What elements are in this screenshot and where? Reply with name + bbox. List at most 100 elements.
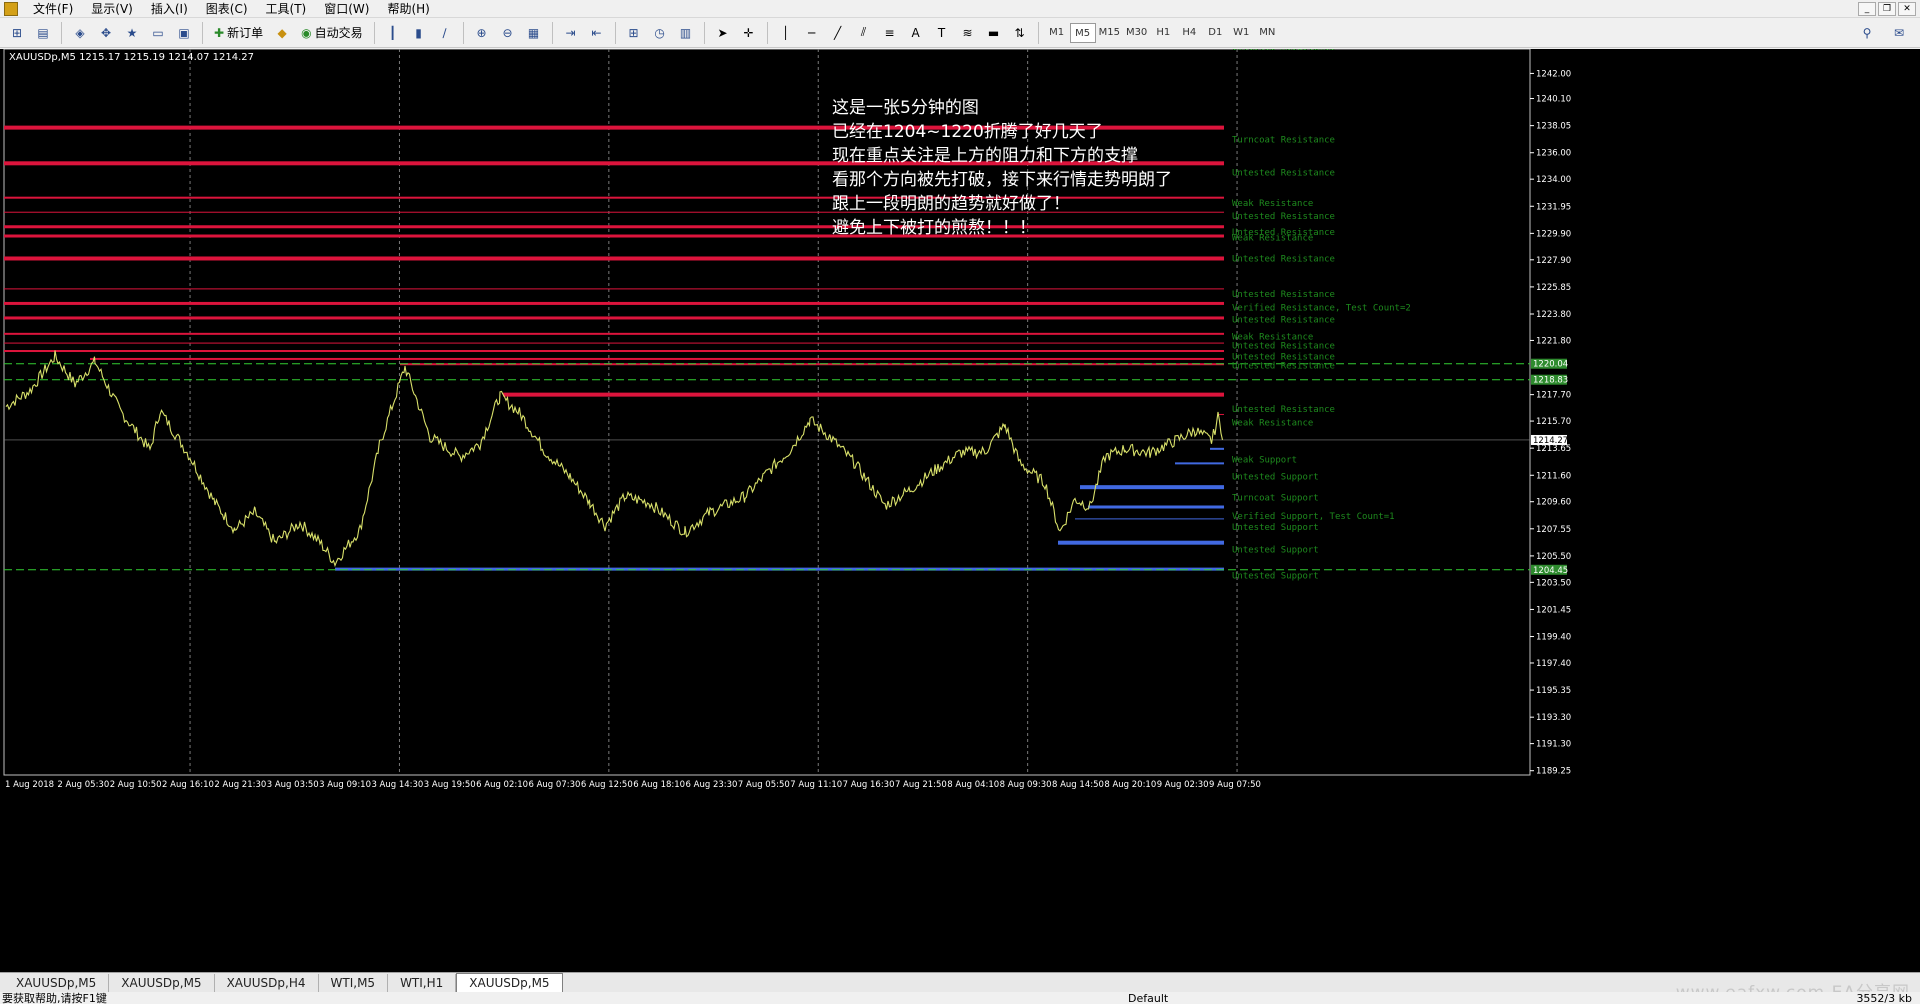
menu-view[interactable]: 显示(V)	[82, 0, 142, 18]
zone-label: Weak Support	[1232, 455, 1297, 465]
time-tick-label: 6 Aug 02:10	[476, 780, 528, 790]
favorites-icon[interactable]: ★	[121, 22, 143, 44]
chat-icon[interactable]: ✉	[1888, 22, 1910, 44]
timeframe-h1[interactable]: H1	[1150, 23, 1176, 43]
tab-xauusdp-m5-active[interactable]: XAUUSDp,M5	[456, 973, 563, 992]
tab-xauusdp-m5[interactable]: XAUUSDp,M5	[4, 974, 110, 992]
divider	[1037, 21, 1039, 44]
tab-xauusdp-h4[interactable]: XAUUSDp,H4	[215, 974, 319, 992]
templates-icon[interactable]: ▥	[675, 22, 697, 44]
toolbar-right: ⚲ ✉	[1854, 22, 1912, 44]
auto-trading-label: 自动交易	[314, 26, 363, 40]
vertical-line-icon[interactable]: │	[775, 22, 797, 44]
shapes-icon[interactable]: ▬	[983, 22, 1005, 44]
terminal-icon[interactable]: ▭	[147, 22, 169, 44]
status-traffic: 3552/3 kb	[1856, 992, 1912, 1004]
price-tick-label: 1201.45	[1536, 605, 1571, 615]
plus-icon: ✚	[214, 25, 225, 40]
zoom-out-icon[interactable]: ⊖	[497, 22, 519, 44]
price-tick-label: 1231.95	[1536, 202, 1571, 212]
crosshair-icon[interactable]: ✛	[738, 22, 760, 44]
annotation-line: 看那个方向被先打破，接下来行情走势明朗了	[832, 170, 1172, 190]
timeframe-m5[interactable]: M5	[1069, 22, 1096, 43]
zone-label: Untested Resistance	[1232, 290, 1335, 300]
price-tick-label: 1217.70	[1536, 391, 1571, 401]
menu-help[interactable]: 帮助(H)	[378, 0, 438, 18]
zoom-in-icon[interactable]: ⊕	[471, 22, 493, 44]
price-tick-label: 1203.50	[1536, 578, 1571, 588]
indicators-icon[interactable]: ⊞	[623, 22, 645, 44]
new-order-label: 新订单	[227, 26, 264, 40]
close-icon[interactable]: ✕	[1898, 1, 1916, 16]
new-chart-icon[interactable]: ⊞	[6, 22, 28, 44]
time-tick-label: 7 Aug 16:30	[843, 780, 895, 790]
timeframe-m1[interactable]: M1	[1044, 23, 1070, 43]
time-tick-label: 6 Aug 12:50	[581, 780, 633, 790]
menu-file[interactable]: 文件(F)	[24, 0, 82, 18]
time-tick-label: 3 Aug 14:30	[371, 780, 423, 790]
price-tick-label: 1229.90	[1536, 229, 1571, 239]
arrows-icon[interactable]: ⇅	[1009, 22, 1031, 44]
line-chart-icon[interactable]: ∕	[434, 22, 456, 44]
resistance-zone	[503, 392, 1224, 397]
support-zone	[1080, 485, 1224, 490]
price-tick-label: 1225.85	[1536, 283, 1571, 293]
auto-trading-button[interactable]: ◉ 自动交易	[297, 22, 367, 44]
timeframe-m15[interactable]: M15	[1096, 23, 1123, 43]
minimize-icon[interactable]: _	[1858, 1, 1876, 16]
periods-icon[interactable]: ◷	[649, 22, 671, 44]
chart-title: XAUUSDp,M5 1215.17 1215.19 1214.07 1214.…	[9, 52, 255, 63]
toolbar: ⊞ ▤ ◈ ✥ ★ ▭ ▣ ✚ 新订单 ◆ ◉ 自动交易 ┃ ▮ ∕ ⊕ ⊖ ▦ ⇥…	[0, 18, 1920, 48]
trendline-icon[interactable]: ╱	[827, 22, 849, 44]
text-icon[interactable]: A	[905, 22, 927, 44]
menu-tools[interactable]: 工具(T)	[257, 0, 316, 18]
time-tick-label: 7 Aug 11:10	[790, 780, 842, 790]
price-tick-label: 1223.80	[1536, 310, 1571, 320]
price-tick-label: 1215.70	[1536, 417, 1571, 427]
candlestick-icon[interactable]: ▮	[408, 22, 430, 44]
text-label-icon[interactable]: T	[931, 22, 953, 44]
zone-label: Turncoat Resistance	[1232, 136, 1335, 146]
timeframe-h4[interactable]: H4	[1176, 23, 1202, 43]
timeframe-d1[interactable]: D1	[1202, 23, 1228, 43]
profiles-icon[interactable]: ▤	[32, 22, 54, 44]
horizontal-line-icon[interactable]: ─	[801, 22, 823, 44]
tab-xauusdp-m5[interactable]: XAUUSDp,M5	[109, 974, 215, 992]
timeframe-mn[interactable]: MN	[1254, 23, 1280, 43]
zone-label: Verified Support, Test Count=1	[1232, 512, 1395, 522]
menu-window[interactable]: 窗口(W)	[315, 0, 378, 18]
resistance-zone	[4, 256, 1224, 261]
resistance-zone	[4, 342, 1224, 344]
timeframe-w1[interactable]: W1	[1228, 23, 1254, 43]
fibonacci-icon[interactable]: ≡	[879, 22, 901, 44]
zone-label: Weak Resistance	[1232, 199, 1313, 209]
tab-wti-m5[interactable]: WTI,M5	[319, 974, 389, 992]
search-icon[interactable]: ⚲	[1856, 22, 1878, 44]
menu-charts[interactable]: 图表(C)	[197, 0, 257, 18]
objects-icon[interactable]: ≋	[957, 22, 979, 44]
market-watch-icon[interactable]: ◈	[69, 22, 91, 44]
price-badge-label: 1218.83	[1533, 376, 1568, 386]
chart-shift-icon[interactable]: ⇤	[586, 22, 608, 44]
divider	[462, 21, 464, 44]
autoscroll-icon[interactable]: ⇥	[560, 22, 582, 44]
price-badge-label: 1220.04	[1533, 360, 1568, 370]
channel-icon[interactable]: ⫽	[853, 22, 875, 44]
restore-icon[interactable]: ❐	[1878, 1, 1896, 16]
resistance-zone	[4, 332, 1224, 335]
price-chart[interactable]: 1 Aug 2018 2 Aug 05:30 2 Aug 10:50 2 Aug 16…	[0, 49, 1920, 972]
bar-chart-icon[interactable]: ┃	[382, 22, 404, 44]
meta-editor-icon[interactable]: ◆	[271, 22, 293, 44]
timeframe-m30[interactable]: M30	[1123, 23, 1150, 43]
tab-wti-h1[interactable]: WTI,H1	[388, 974, 457, 992]
cursor-icon[interactable]: ➤	[712, 22, 734, 44]
chart-tabs: XAUUSDp,M5 XAUUSDp,M5 XAUUSDp,H4 WTI,M5 …	[0, 972, 1920, 992]
time-tick-label: 3 Aug 19:50	[424, 780, 476, 790]
navigator-icon[interactable]: ✥	[95, 22, 117, 44]
new-order-button[interactable]: ✚ 新订单	[210, 22, 267, 44]
tester-icon[interactable]: ▣	[173, 22, 195, 44]
chart-annotation: 这是一张5分钟的图 已经在1204~1220折腾了好几天了 现在重点关注是上方的…	[832, 96, 1172, 240]
time-tick-label: 6 Aug 18:10	[633, 780, 685, 790]
menu-insert[interactable]: 插入(I)	[142, 0, 197, 18]
tile-windows-icon[interactable]: ▦	[523, 22, 545, 44]
